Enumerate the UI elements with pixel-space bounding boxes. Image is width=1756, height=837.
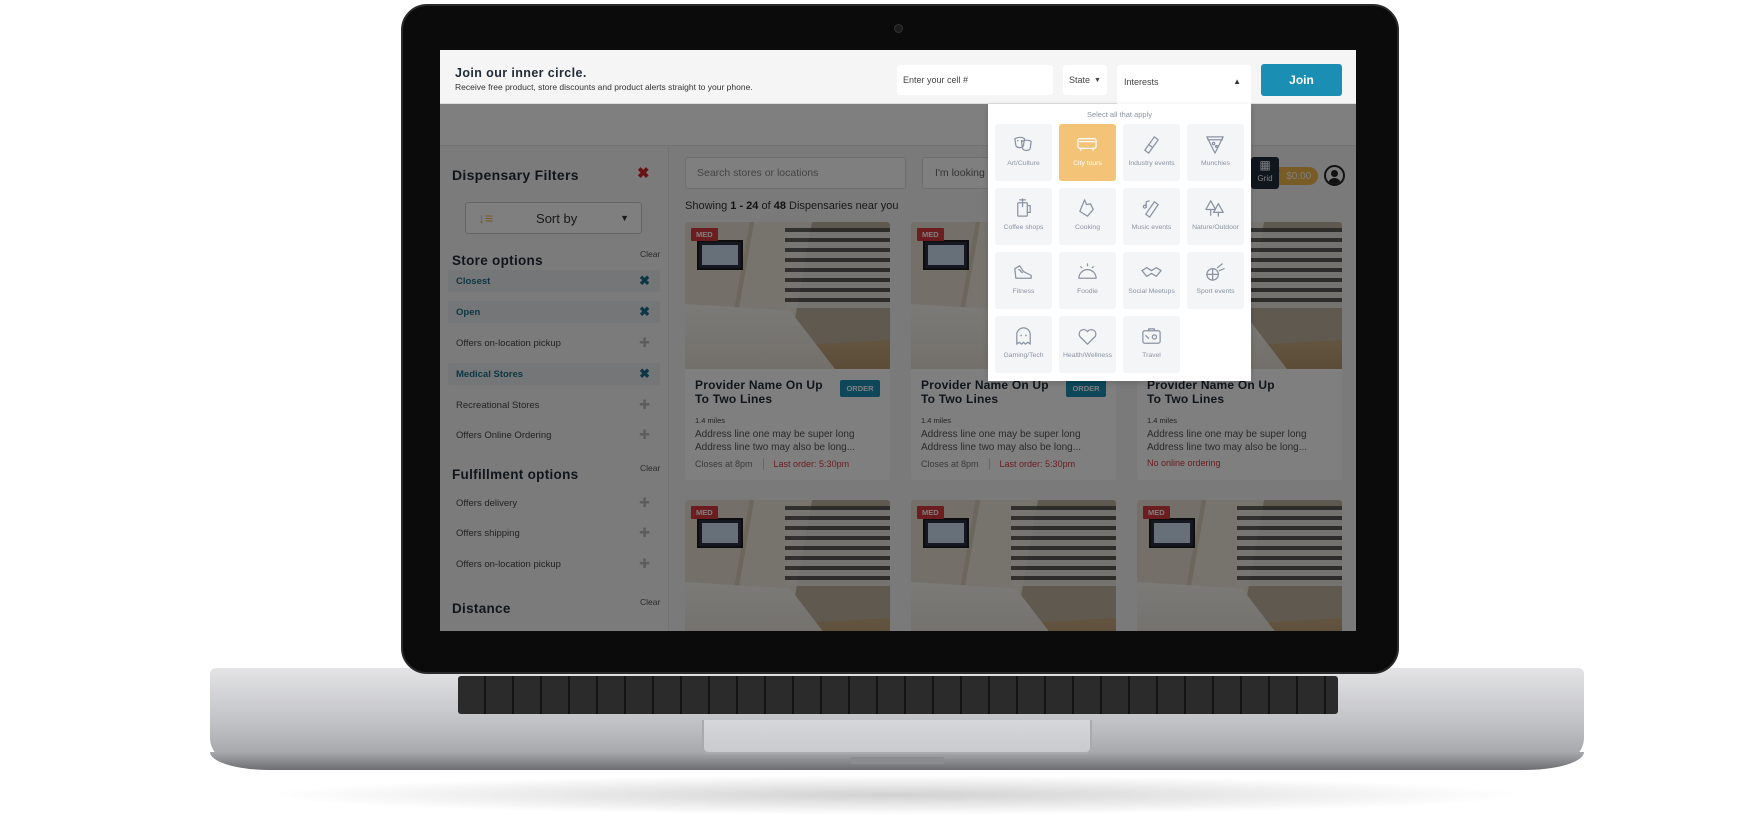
screen: 🛒 $0.00 Dispensary Filters ✖ ↓≡ Sort by … bbox=[440, 50, 1356, 631]
interests-hint: Select all that apply bbox=[1086, 110, 1153, 119]
interest-tile[interactable]: Travel bbox=[1123, 316, 1180, 373]
interest-tile[interactable]: Art/Culture bbox=[995, 124, 1052, 181]
state-label: State bbox=[1069, 75, 1091, 85]
interest-label: Industry events bbox=[1128, 160, 1175, 167]
interest-label: Health/Wellness bbox=[1063, 352, 1112, 359]
french-press-icon bbox=[1017, 198, 1031, 217]
webcam bbox=[894, 24, 903, 33]
laptop-mockup: 🛒 $0.00 Dispensary Filters ✖ ↓≡ Sort by … bbox=[0, 0, 1756, 837]
interest-label: Music events bbox=[1131, 224, 1172, 231]
laptop-notch bbox=[850, 757, 945, 764]
ghost-icon bbox=[1016, 327, 1031, 345]
trees-icon bbox=[1205, 200, 1224, 217]
music-ticket-icon bbox=[1142, 200, 1159, 218]
laptop-shadow bbox=[260, 775, 1530, 815]
interest-label: Art/Culture bbox=[1007, 160, 1040, 167]
theater-masks-icon bbox=[1014, 136, 1032, 152]
interest-label: Cooking bbox=[1075, 224, 1100, 231]
interest-tile[interactable]: Sport events bbox=[1187, 252, 1244, 309]
interest-tile[interactable]: Munchies bbox=[1187, 124, 1244, 181]
interest-tile[interactable]: Health/Wellness bbox=[1059, 316, 1116, 373]
interest-label: Social Meetups bbox=[1128, 288, 1175, 295]
laptop-trackpad bbox=[702, 720, 1092, 754]
interests-select[interactable]: Interests ▲ bbox=[1117, 65, 1251, 104]
sneaker-icon bbox=[1014, 265, 1032, 279]
chevron-down-icon: ▼ bbox=[1094, 76, 1101, 84]
handshake-icon bbox=[1141, 267, 1162, 277]
cell-number-input[interactable]: Enter your cell # bbox=[897, 65, 1053, 95]
interest-tile[interactable]: Foodie bbox=[1059, 252, 1116, 309]
interest-tile[interactable]: Music events bbox=[1123, 188, 1180, 245]
state-select[interactable]: State ▼ bbox=[1063, 65, 1107, 95]
interest-label: Munchies bbox=[1200, 160, 1231, 167]
interest-label: Sport events bbox=[1196, 288, 1235, 295]
interest-label: Coffee shops bbox=[1003, 224, 1044, 231]
interest-label: Travel bbox=[1142, 352, 1161, 359]
interest-label: City tours bbox=[1073, 160, 1102, 167]
interest-label: Gaming/Tech bbox=[1003, 352, 1044, 359]
pizza-slice-icon bbox=[1206, 136, 1224, 154]
taco-icon bbox=[1078, 263, 1097, 279]
interests-dropdown: Select all that apply Art/Culture City to… bbox=[988, 104, 1251, 381]
oven-mitt-icon bbox=[1079, 199, 1094, 217]
interest-label: Foodie bbox=[1077, 288, 1098, 295]
interest-tile[interactable]: Fitness bbox=[995, 252, 1052, 309]
interest-tile[interactable]: Nature/Outdoor bbox=[1187, 188, 1244, 245]
join-button[interactable]: Join bbox=[1261, 64, 1342, 96]
dispensary-app: 🛒 $0.00 Dispensary Filters ✖ ↓≡ Sort by … bbox=[440, 50, 1356, 631]
interest-tile[interactable]: Gaming/Tech bbox=[995, 316, 1052, 373]
basketball-icon bbox=[1206, 263, 1225, 281]
interests-label: Interests bbox=[1124, 77, 1159, 87]
chevron-up-icon: ▲ bbox=[1233, 77, 1241, 86]
interest-tile[interactable]: Industry events bbox=[1123, 124, 1180, 181]
heart-icon bbox=[1078, 328, 1097, 345]
laptop-keyboard bbox=[458, 676, 1338, 714]
signup-banner: Join our inner circle. Receive free prod… bbox=[440, 50, 1356, 104]
bus-icon bbox=[1077, 138, 1097, 151]
interest-tile[interactable]: Cooking bbox=[1059, 188, 1116, 245]
suitcase-icon bbox=[1142, 328, 1161, 344]
interest-tile[interactable]: City tours bbox=[1059, 124, 1116, 181]
banner-title: Join our inner circle. bbox=[455, 66, 587, 80]
banner-subtitle: Receive free product, store discounts an… bbox=[455, 82, 753, 92]
interest-tile[interactable]: Coffee shops bbox=[995, 188, 1052, 245]
interest-label: Nature/Outdoor bbox=[1192, 224, 1239, 231]
interest-label: Fitness bbox=[1012, 288, 1035, 295]
ticket-icon bbox=[1144, 136, 1159, 154]
interest-tile[interactable]: Social Meetups bbox=[1123, 252, 1180, 309]
